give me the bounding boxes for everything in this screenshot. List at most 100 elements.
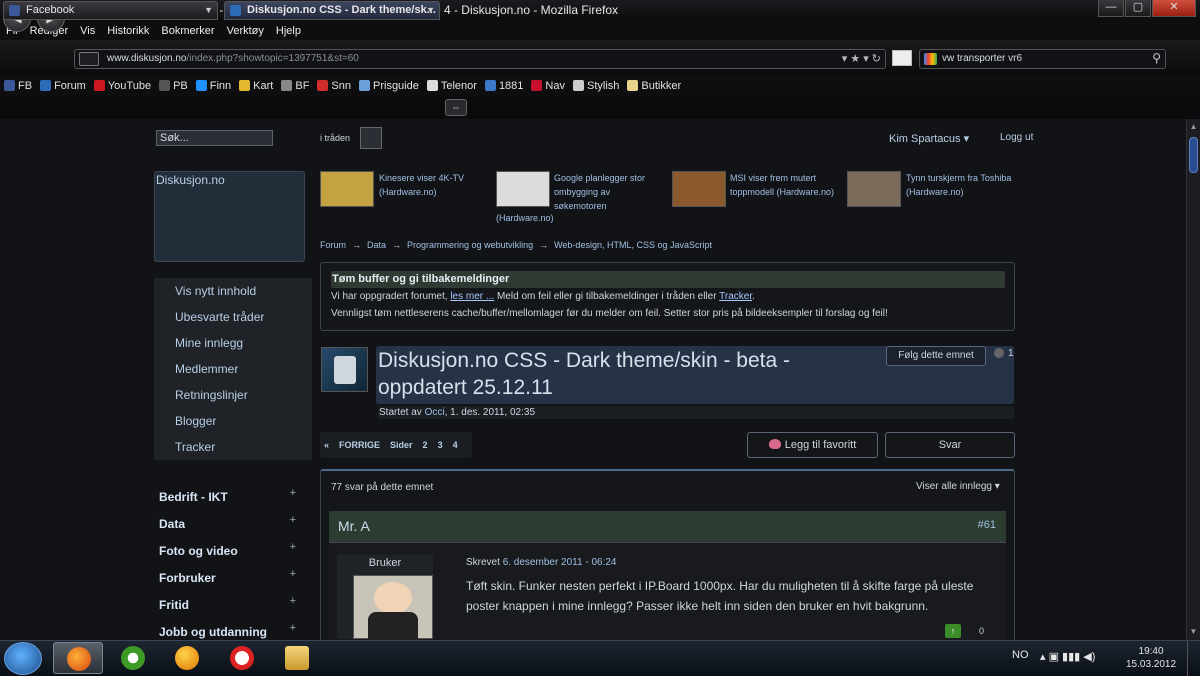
bookmark-butikker[interactable]: Butikker bbox=[627, 77, 681, 94]
scroll-up-icon[interactable]: ▲ bbox=[1189, 122, 1198, 132]
news-thumbnail[interactable] bbox=[320, 171, 374, 207]
clock[interactable]: 19:40 15.03.2012 bbox=[1126, 645, 1176, 671]
nav-item-mine-innlegg[interactable]: Mine innlegg bbox=[154, 330, 312, 356]
nav-item-nytt-innhold[interactable]: Vis nytt innhold bbox=[154, 278, 312, 304]
tracker-link[interactable]: Tracker bbox=[719, 291, 752, 302]
bookmark-pb[interactable]: PB bbox=[159, 77, 188, 94]
show-desktop-button[interactable] bbox=[1187, 641, 1200, 676]
maximize-button[interactable]: ▢ bbox=[1125, 0, 1151, 17]
post-author-link[interactable]: Mr. A bbox=[338, 518, 370, 534]
menu-historikk[interactable]: Historikk bbox=[101, 22, 155, 40]
page-link-2[interactable]: 2 bbox=[423, 440, 428, 450]
expand-icon[interactable]: + bbox=[290, 615, 296, 640]
vote-up-button[interactable]: ↑ bbox=[945, 624, 961, 638]
bookmark-stylish[interactable]: Stylish bbox=[572, 77, 619, 94]
breadcrumb-link[interactable]: Forum bbox=[320, 240, 346, 250]
user-icon bbox=[994, 348, 1004, 359]
tab-menu-icon[interactable]: ▼ bbox=[426, 2, 435, 19]
page-link-4[interactable]: 4 bbox=[453, 440, 458, 450]
show-posts-dropdown[interactable]: Viser alle innlegg ▾ bbox=[916, 481, 1000, 492]
url-tools[interactable]: ▾ ★ ▾ ↻ bbox=[842, 50, 881, 68]
expand-icon[interactable]: + bbox=[290, 534, 296, 561]
nav-item-tracker[interactable]: Tracker bbox=[154, 434, 312, 460]
post-date-link[interactable]: 6. desember 2011 - 06:24 bbox=[503, 557, 617, 568]
bookmark-nav[interactable]: Nav bbox=[531, 77, 565, 94]
menu-hjelp[interactable]: Hjelp bbox=[270, 22, 307, 40]
taskbar-firefox[interactable] bbox=[53, 642, 103, 674]
news-thumbnail[interactable] bbox=[672, 171, 726, 207]
language-indicator[interactable]: NO bbox=[1012, 649, 1029, 661]
nav-item-medlemmer[interactable]: Medlemmer bbox=[154, 356, 312, 382]
post-number-link[interactable]: #61 bbox=[978, 519, 996, 531]
site-search-input[interactable]: Søk... bbox=[156, 130, 273, 146]
nav-item-ubesvarte[interactable]: Ubesvarte tråder bbox=[154, 304, 312, 330]
bookmark-youtube[interactable]: YouTube bbox=[93, 77, 151, 94]
bookmark-fb[interactable]: FB bbox=[4, 77, 32, 94]
bookmark-prisguide[interactable]: Prisguide bbox=[359, 77, 419, 94]
scroll-down-icon[interactable]: ▼ bbox=[1189, 627, 1198, 637]
site-identity-icon[interactable] bbox=[79, 52, 99, 66]
topic-author-link[interactable]: Occi bbox=[425, 407, 445, 418]
tab-diskusjon[interactable]: Diskusjon.no CSS - Dark theme/sk... ▼ bbox=[224, 1, 440, 20]
nav-item-blogger[interactable]: Blogger bbox=[154, 408, 312, 434]
breadcrumb-link[interactable]: Data bbox=[367, 240, 386, 250]
taskbar-app-orange[interactable] bbox=[162, 642, 212, 674]
close-button[interactable]: ✕ bbox=[1152, 0, 1196, 17]
category-item[interactable]: Foto og video + bbox=[154, 538, 312, 565]
brand-box[interactable]: Diskusjon.no bbox=[154, 171, 305, 262]
minimize-button[interactable]: — bbox=[1098, 0, 1124, 17]
expand-icon[interactable]: + bbox=[290, 480, 296, 507]
prev-page-link[interactable]: FORRIGE bbox=[339, 440, 380, 450]
menu-verktoy[interactable]: Verktøy bbox=[221, 22, 270, 40]
nav-item-retningslinjer[interactable]: Retningslinjer bbox=[154, 382, 312, 408]
expand-icon[interactable]: + bbox=[290, 588, 296, 615]
news-thumbnail[interactable] bbox=[847, 171, 901, 207]
bookmark-1881[interactable]: 1881 bbox=[484, 77, 523, 94]
reply-button[interactable]: Svar bbox=[885, 432, 1015, 458]
expand-icon[interactable]: + bbox=[290, 507, 296, 534]
taskbar-explorer[interactable] bbox=[272, 642, 322, 674]
bookmark-forum[interactable]: Forum bbox=[40, 77, 86, 94]
user-avatar[interactable] bbox=[353, 575, 433, 640]
menu-bokmerker[interactable]: Bokmerker bbox=[155, 22, 220, 40]
taskbar-app-blocked[interactable] bbox=[217, 642, 267, 674]
breadcrumb-link[interactable]: Programmering og webutvikling bbox=[407, 240, 533, 250]
category-item[interactable]: Jobb og utdanning + bbox=[154, 619, 312, 640]
search-box[interactable]: vw transporter vr6 ⚲ bbox=[919, 49, 1166, 69]
tab-menu-icon[interactable]: ▼ bbox=[204, 2, 213, 19]
tab-facebook[interactable]: Facebook ▼ bbox=[3, 1, 218, 20]
page-link-3[interactable]: 3 bbox=[438, 440, 443, 450]
category-item[interactable]: Forbruker + bbox=[154, 565, 312, 592]
start-button[interactable] bbox=[4, 642, 42, 675]
bookmark-snn[interactable]: Snn bbox=[317, 77, 351, 94]
google-icon[interactable] bbox=[924, 53, 937, 65]
search-icon[interactable]: ⚲ bbox=[1152, 49, 1161, 67]
expand-icon[interactable]: + bbox=[290, 561, 296, 588]
menu-vis[interactable]: Vis bbox=[74, 22, 101, 40]
prev-arrow-icon[interactable]: « bbox=[324, 440, 329, 450]
news-item[interactable]: Google planlegger stor ombygging av søkemo… bbox=[496, 171, 666, 231]
breadcrumb-link[interactable]: Web-design, HTML, CSS og JavaScript bbox=[554, 240, 712, 250]
category-item[interactable]: Fritid + bbox=[154, 592, 312, 619]
taskbar-utorrent[interactable] bbox=[108, 642, 158, 674]
bookmark-bf[interactable]: BF bbox=[281, 77, 309, 94]
category-item[interactable]: Data + bbox=[154, 511, 312, 538]
bookmark-telenor[interactable]: Telenor bbox=[426, 77, 477, 94]
vertical-scrollbar[interactable]: ▲ ▼ bbox=[1186, 119, 1200, 640]
search-scope-button[interactable] bbox=[360, 127, 382, 149]
bookmark-finn[interactable]: Finn bbox=[195, 77, 231, 94]
add-favorite-button[interactable]: Legg til favoritt bbox=[747, 432, 878, 458]
bookmark-kart[interactable]: Kart bbox=[239, 77, 273, 94]
follow-topic-button[interactable]: Følg dette emnet bbox=[886, 346, 986, 366]
topic-starter-avatar[interactable] bbox=[321, 347, 368, 392]
news-thumbnail[interactable] bbox=[496, 171, 550, 207]
mail-icon[interactable] bbox=[892, 50, 912, 66]
address-bar[interactable]: www.diskusjon.no/index.php?showtopic=139… bbox=[74, 49, 886, 69]
scrollbar-thumb[interactable] bbox=[1189, 137, 1198, 173]
read-more-link[interactable]: les mer ... bbox=[450, 291, 494, 302]
new-tab-button[interactable]: ⇔ bbox=[445, 99, 467, 116]
system-tray-icons[interactable]: ▴ ▣ ▮▮▮ ◀) bbox=[1040, 650, 1095, 663]
logout-link[interactable]: Logg ut bbox=[1000, 132, 1033, 143]
user-menu[interactable]: Kim Spartacus ▾ bbox=[889, 132, 969, 145]
category-item[interactable]: Bedrift - IKT + bbox=[154, 484, 312, 511]
